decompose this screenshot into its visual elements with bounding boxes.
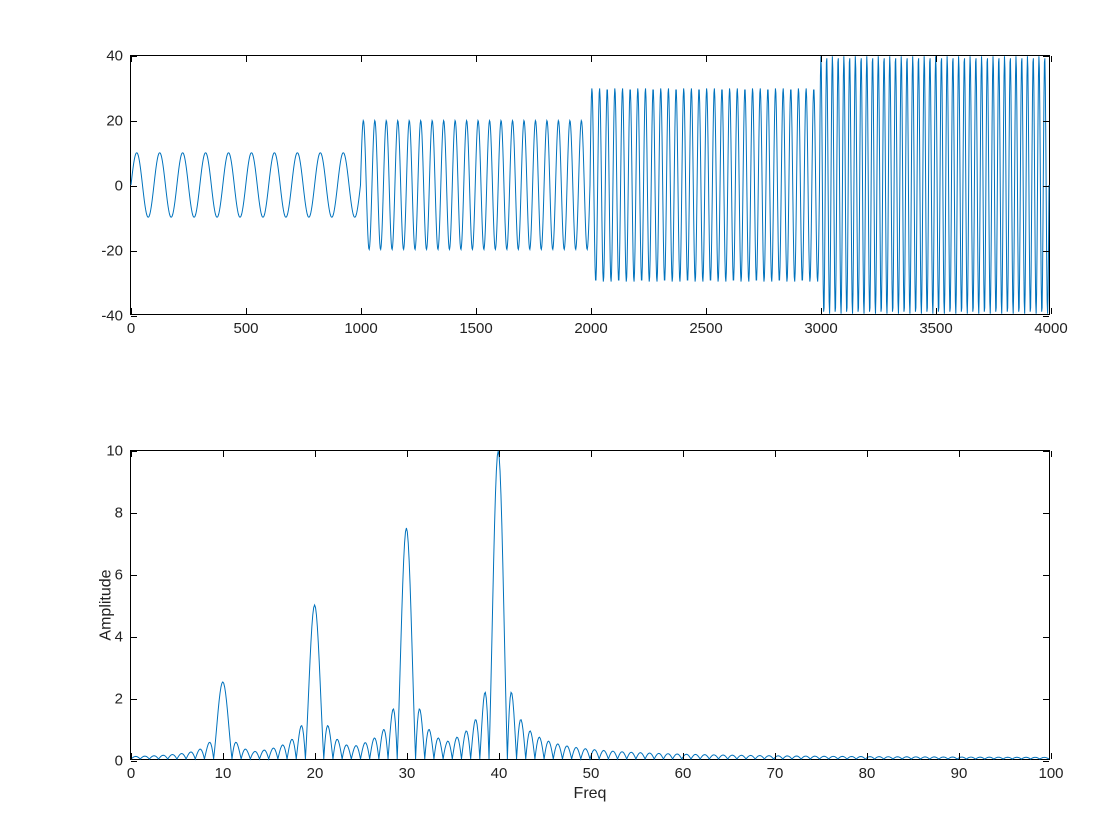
y-tick xyxy=(131,316,137,317)
y-tick xyxy=(1043,699,1049,700)
x-tick xyxy=(959,451,960,457)
x-tick-label: 90 xyxy=(951,765,968,782)
x-tick-label: 0 xyxy=(127,765,135,782)
x-tick xyxy=(315,451,316,457)
x-tick xyxy=(246,56,247,62)
time-signal-plot xyxy=(131,56,1049,314)
y-tick xyxy=(131,699,137,700)
y-tick xyxy=(1043,761,1049,762)
y-tick-label: 0 xyxy=(115,178,123,195)
y-tick xyxy=(131,451,137,452)
y-tick-label: -40 xyxy=(101,308,123,325)
axes2-xlabel: Freq xyxy=(574,785,607,803)
axes-time-domain: 05001000150020002500300035004000-40-2002… xyxy=(130,55,1050,315)
x-tick xyxy=(476,56,477,62)
x-tick-label: 1500 xyxy=(459,320,492,337)
y-tick-label: 2 xyxy=(115,691,123,708)
y-tick xyxy=(1043,186,1049,187)
y-tick xyxy=(131,513,137,514)
x-tick-label: 2000 xyxy=(574,320,607,337)
y-tick xyxy=(131,121,137,122)
y-tick-label: 4 xyxy=(115,629,123,646)
figure: 05001000150020002500300035004000-40-2002… xyxy=(0,0,1120,840)
x-tick xyxy=(706,56,707,62)
axes2-ylabel: Amplitude xyxy=(98,569,116,640)
x-tick xyxy=(407,451,408,457)
x-tick-label: 30 xyxy=(399,765,416,782)
y-tick xyxy=(1043,121,1049,122)
x-tick-label: 3500 xyxy=(919,320,952,337)
x-tick-label: 100 xyxy=(1038,765,1063,782)
x-tick xyxy=(706,308,707,314)
x-tick-label: 40 xyxy=(491,765,508,782)
x-tick xyxy=(936,308,937,314)
x-tick-label: 1000 xyxy=(344,320,377,337)
x-tick xyxy=(591,56,592,62)
y-tick xyxy=(1043,637,1049,638)
x-tick xyxy=(775,451,776,457)
y-tick-label: 0 xyxy=(115,753,123,770)
x-tick xyxy=(1051,56,1052,62)
x-tick xyxy=(131,308,132,314)
x-tick xyxy=(867,451,868,457)
y-tick xyxy=(131,575,137,576)
x-tick xyxy=(959,753,960,759)
y-tick-label: -20 xyxy=(101,243,123,260)
x-tick-label: 50 xyxy=(583,765,600,782)
x-tick-label: 20 xyxy=(307,765,324,782)
x-tick xyxy=(315,753,316,759)
y-tick xyxy=(1043,451,1049,452)
y-tick xyxy=(1043,316,1049,317)
x-tick xyxy=(775,753,776,759)
x-tick xyxy=(476,308,477,314)
axes-spectrum: Freq Amplitude 0102030405060708090100024… xyxy=(130,450,1050,760)
x-tick-label: 80 xyxy=(859,765,876,782)
x-tick xyxy=(361,308,362,314)
y-tick-label: 40 xyxy=(106,48,123,65)
spectrum-plot xyxy=(131,451,1049,759)
y-tick xyxy=(131,637,137,638)
y-tick xyxy=(131,761,137,762)
x-tick-label: 2500 xyxy=(689,320,722,337)
x-tick xyxy=(591,451,592,457)
x-tick xyxy=(867,753,868,759)
x-tick xyxy=(407,753,408,759)
y-tick xyxy=(131,56,137,57)
x-tick-label: 3000 xyxy=(804,320,837,337)
x-tick-label: 0 xyxy=(127,320,135,337)
y-tick-label: 10 xyxy=(106,443,123,460)
x-tick xyxy=(591,753,592,759)
y-tick-label: 6 xyxy=(115,567,123,584)
x-tick xyxy=(131,753,132,759)
x-tick xyxy=(683,753,684,759)
x-tick-label: 10 xyxy=(215,765,232,782)
x-tick xyxy=(223,451,224,457)
y-tick xyxy=(1043,56,1049,57)
x-tick-label: 60 xyxy=(675,765,692,782)
y-tick-label: 8 xyxy=(115,505,123,522)
y-tick xyxy=(1043,251,1049,252)
x-tick xyxy=(499,451,500,457)
x-tick xyxy=(361,56,362,62)
y-tick xyxy=(1043,575,1049,576)
x-tick xyxy=(1051,451,1052,457)
y-tick xyxy=(131,186,137,187)
x-tick xyxy=(683,451,684,457)
y-tick-label: 20 xyxy=(106,113,123,130)
x-tick xyxy=(1051,308,1052,314)
x-tick xyxy=(591,308,592,314)
x-tick xyxy=(936,56,937,62)
x-tick xyxy=(499,753,500,759)
x-tick xyxy=(246,308,247,314)
x-tick-label: 70 xyxy=(767,765,784,782)
y-tick xyxy=(1043,513,1049,514)
x-tick xyxy=(223,753,224,759)
x-tick xyxy=(821,308,822,314)
x-tick xyxy=(821,56,822,62)
x-tick xyxy=(1051,753,1052,759)
x-tick-label: 4000 xyxy=(1034,320,1067,337)
y-tick xyxy=(131,251,137,252)
x-tick-label: 500 xyxy=(233,320,258,337)
